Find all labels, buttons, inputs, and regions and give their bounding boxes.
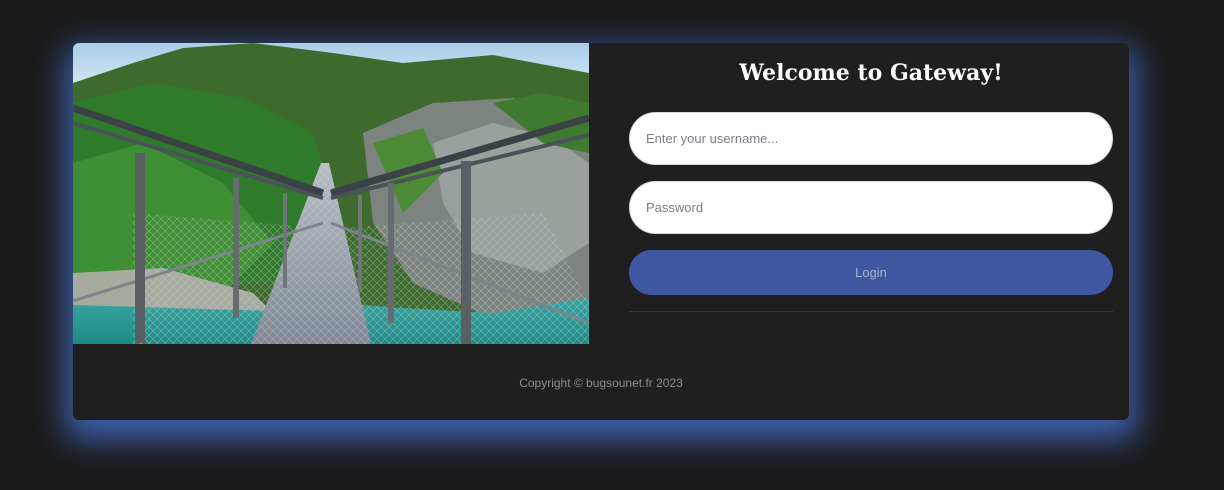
login-form: Welcome to Gateway! Login — [629, 43, 1113, 343]
login-button[interactable]: Login — [629, 250, 1113, 295]
username-input[interactable] — [629, 112, 1113, 165]
hero-image-suspension-bridge — [73, 43, 589, 344]
divider — [629, 311, 1113, 312]
footer-copyright: Copyright © bugsounet.fr 2023 — [519, 376, 683, 390]
page-title: Welcome to Gateway! — [739, 60, 1003, 86]
password-input[interactable] — [629, 181, 1113, 234]
login-card: Welcome to Gateway! Login Copyright © bu… — [73, 43, 1129, 420]
